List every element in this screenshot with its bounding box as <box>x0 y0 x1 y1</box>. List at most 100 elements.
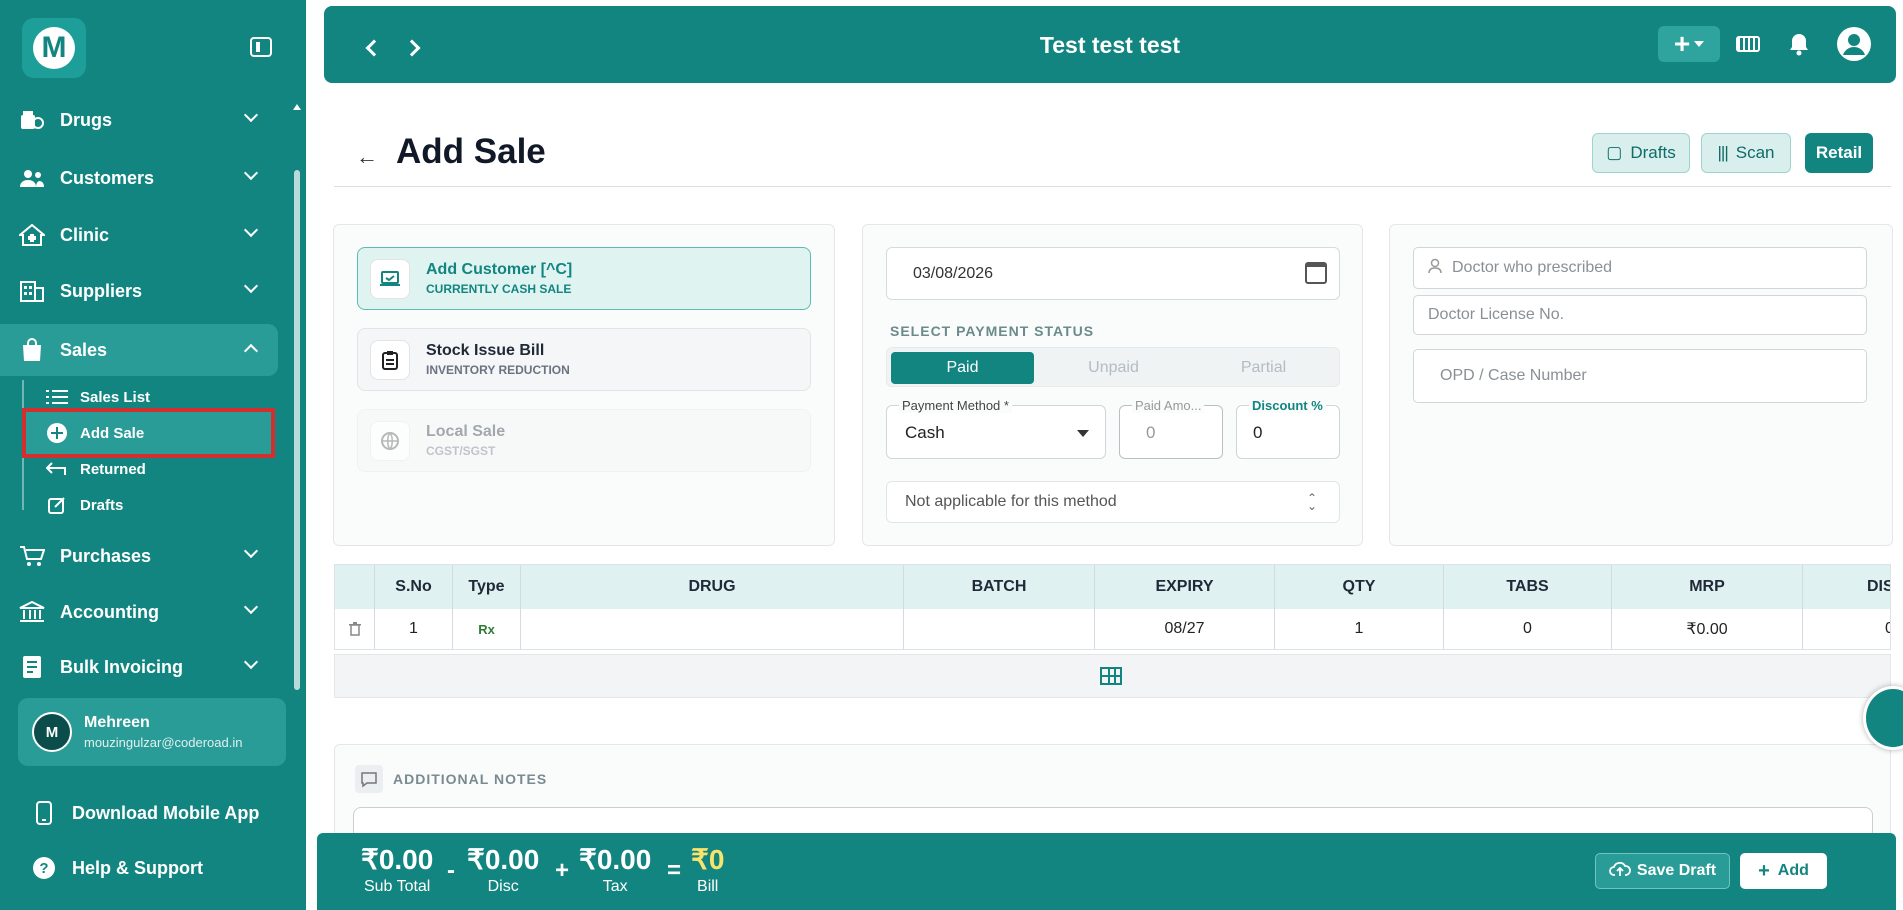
add-sale-submit-button[interactable]: + Add <box>1740 853 1827 889</box>
stock-issue-option[interactable]: Stock Issue Bill INVENTORY REDUCTION <box>357 328 811 391</box>
add-row-bar[interactable] <box>334 654 1891 698</box>
download-app-link[interactable]: Download Mobile App <box>30 795 259 831</box>
invoice-icon <box>18 655 46 679</box>
sidebar-sub-add-sale[interactable]: Add Sale <box>46 418 144 448</box>
globe-icon <box>370 420 410 461</box>
table-horizontal-scrollbar[interactable] <box>335 649 1648 650</box>
help-support-link[interactable]: ? Help & Support <box>30 850 203 886</box>
opd-case-input[interactable]: OPD / Case Number <box>1413 349 1867 403</box>
retail-button[interactable]: Retail <box>1805 133 1873 173</box>
discount-field[interactable]: Discount % 0 <box>1236 398 1340 459</box>
updown-icon: ⌃ ⌄ <box>1306 491 1317 513</box>
paid-amount-label: Paid Amo... <box>1132 398 1205 413</box>
cell-dis[interactable]: 0 <box>1803 609 1890 649</box>
cell-batch-input[interactable] <box>904 609 1095 649</box>
chevron-down-icon <box>243 165 259 181</box>
delete-row-button[interactable] <box>335 609 375 649</box>
add-customer-option[interactable]: Add Customer [^C] CURRENTLY CASH SALE <box>357 247 811 310</box>
page-title: Add Sale <box>396 132 546 171</box>
header-action <box>335 565 375 609</box>
customers-icon <box>18 166 46 190</box>
sidebar-collapse-icon[interactable] <box>250 37 272 57</box>
tax-value: ₹0.00 <box>579 844 652 875</box>
cell-expiry[interactable]: 08/27 <box>1095 609 1275 649</box>
drugs-icon <box>18 108 46 132</box>
sidebar-scrollbar[interactable] <box>294 170 300 690</box>
save-draft-button[interactable]: Save Draft <box>1595 853 1730 889</box>
chevron-down-icon <box>243 278 259 294</box>
quick-add-button[interactable]: + <box>1658 26 1720 62</box>
person-icon <box>1428 258 1442 279</box>
status-paid-button[interactable]: Paid <box>891 352 1034 384</box>
sale-date-value: 03/08/2026 <box>913 264 994 282</box>
bill-value: ₹0 <box>691 844 725 875</box>
discount-value: 0 <box>1253 423 1263 442</box>
opd-case-placeholder: OPD / Case Number <box>1440 367 1587 384</box>
scroll-up-icon[interactable] <box>293 104 301 110</box>
cell-mrp[interactable]: ₹0.00 <box>1612 609 1803 649</box>
sale-date-field[interactable]: 03/08/2026 <box>886 247 1340 300</box>
cell-qty[interactable]: 1 <box>1275 609 1444 649</box>
keyboard-icon[interactable] <box>1736 36 1760 52</box>
top-header: Test test test + <box>324 6 1896 83</box>
chevron-up-icon <box>243 343 259 359</box>
back-arrow-icon[interactable]: ← <box>356 144 378 170</box>
user-account-icon[interactable] <box>1837 27 1871 61</box>
bill-label: Bill <box>697 878 719 895</box>
paid-amount-field[interactable]: Paid Amo... 0 <box>1119 398 1223 459</box>
sidebar-item-label: Sales <box>60 339 108 360</box>
scan-button[interactable]: ||| Scan <box>1701 133 1791 173</box>
sidebar-item-customers[interactable]: Customers <box>0 152 278 204</box>
status-unpaid-button[interactable]: Unpaid <box>1042 352 1185 384</box>
chevron-down-icon <box>243 654 259 670</box>
notes-label: ADDITIONAL NOTES <box>393 771 548 787</box>
sidebar-sub-label: Add Sale <box>80 424 145 442</box>
doctor-name-input[interactable]: Doctor who prescribed <box>1413 247 1867 289</box>
app-logo[interactable]: M <box>22 18 86 78</box>
header-tabs: TABS <box>1444 565 1612 609</box>
payment-method-select[interactable]: Payment Method * Cash <box>886 398 1106 459</box>
sidebar-item-sales[interactable]: Sales <box>0 324 278 376</box>
caret-down-icon <box>1694 41 1705 47</box>
cell-tabs[interactable]: 0 <box>1444 609 1612 649</box>
disc-value: ₹0.00 <box>467 844 540 875</box>
sidebar-item-bulk-invoicing[interactable]: Bulk Invoicing <box>0 641 278 693</box>
plus-icon: + <box>1758 859 1770 882</box>
header-type: Type <box>453 565 521 609</box>
drafts-button[interactable]: ▢ Drafts <box>1592 133 1690 173</box>
cell-type[interactable]: Rx <box>453 609 521 649</box>
user-profile-card[interactable]: M Mehreen mouzingulzar@coderoad.in <box>18 698 286 766</box>
calendar-icon[interactable] <box>1305 262 1327 284</box>
edit-icon <box>46 496 68 514</box>
sidebar-item-purchases[interactable]: Purchases <box>0 530 278 582</box>
sidebar-sub-returned[interactable]: Returned <box>46 454 146 484</box>
payment-status-toggle: Paid Unpaid Partial <box>886 347 1340 387</box>
plus-operator: + <box>555 857 570 884</box>
bell-icon[interactable] <box>1788 32 1810 56</box>
table-grid-icon[interactable] <box>1100 667 1122 685</box>
sidebar-sub-label: Drafts <box>80 496 124 514</box>
chevron-down-icon <box>243 222 259 238</box>
sidebar-item-label: Drugs <box>60 109 113 130</box>
bill-block: ₹0 Bill <box>691 843 724 896</box>
sidebar-item-label: Bulk Invoicing <box>60 656 184 677</box>
mobile-phone-icon <box>30 801 58 825</box>
sidebar-item-accounting[interactable]: Accounting <box>0 586 278 638</box>
sidebar-item-drugs[interactable]: Drugs <box>0 94 278 146</box>
sidebar-sub-drafts[interactable]: Drafts <box>46 490 123 520</box>
header-mrp: MRP <box>1612 565 1803 609</box>
header-qty: QTY <box>1275 565 1444 609</box>
payment-account-value: Not applicable for this method <box>905 493 1117 510</box>
sidebar-item-label: Purchases <box>60 545 152 566</box>
sidebar-item-suppliers[interactable]: Suppliers <box>0 265 278 317</box>
chevron-down-icon <box>243 543 259 559</box>
cell-drug-input[interactable] <box>521 609 904 649</box>
user-name: Mehreen <box>84 714 150 731</box>
bank-icon <box>18 600 46 624</box>
status-partial-button[interactable]: Partial <box>1192 352 1335 384</box>
sidebar-sub-label: Returned <box>80 460 146 478</box>
doctor-license-input[interactable]: Doctor License No. <box>1413 295 1867 335</box>
clinic-icon <box>18 223 46 247</box>
sidebar-item-clinic[interactable]: Clinic <box>0 209 278 261</box>
payment-account-select[interactable]: Not applicable for this method ⌃ ⌄ <box>886 481 1340 523</box>
